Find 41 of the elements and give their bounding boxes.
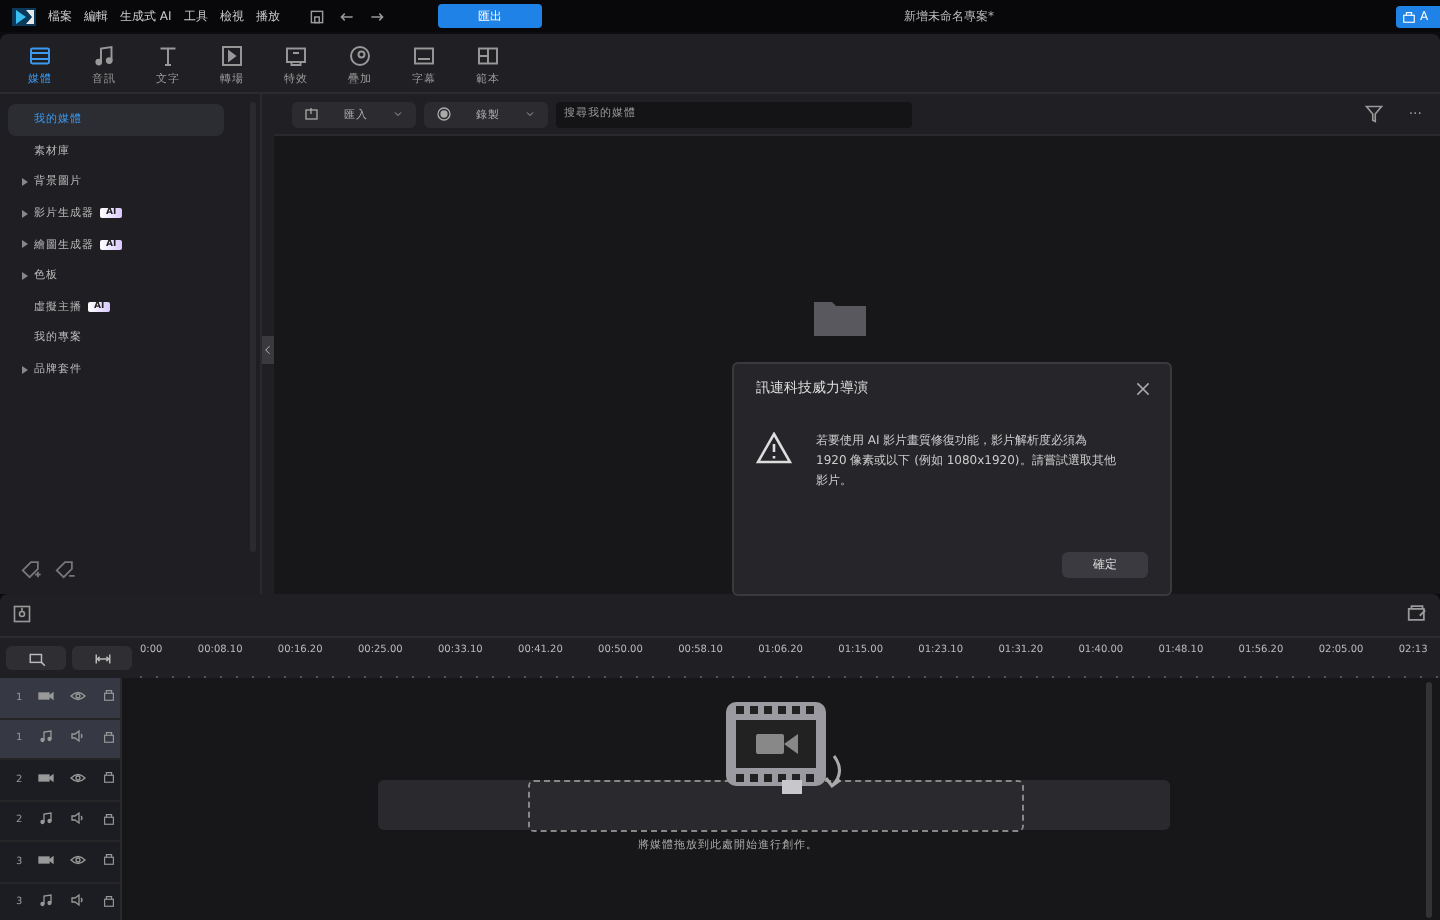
- expand-icon: [20, 271, 28, 280]
- expand-icon: [20, 240, 28, 249]
- play-icon: [220, 44, 244, 68]
- media-icon: [28, 44, 52, 68]
- close-icon: [1134, 379, 1152, 397]
- lock-icon[interactable]: [102, 811, 117, 830]
- filter-icon[interactable]: [1364, 104, 1385, 124]
- lock-icon[interactable]: [102, 688, 117, 707]
- fit-button[interactable]: [72, 646, 132, 670]
- lock-icon[interactable]: [102, 729, 117, 748]
- lock-icon[interactable]: [102, 852, 117, 871]
- lock-icon[interactable]: [102, 770, 117, 789]
- briefcase-icon: [1402, 10, 1416, 24]
- collapse-button[interactable]: [262, 336, 274, 364]
- undo-icon[interactable]: [337, 7, 356, 25]
- expand-icon: [20, 177, 28, 186]
- track-manager-button[interactable]: [6, 646, 66, 670]
- chevron-icon: [392, 108, 404, 120]
- expand-icon: [20, 209, 28, 218]
- layout-icon: [476, 44, 500, 68]
- text-icon: [156, 44, 180, 68]
- folder-icon: [814, 296, 866, 336]
- lock-icon[interactable]: [102, 893, 117, 912]
- redo-icon[interactable]: [367, 7, 386, 25]
- warning-icon: [756, 432, 792, 464]
- snapshot-icon[interactable]: [12, 603, 32, 627]
- app-logo: [12, 7, 36, 25]
- subtitle-icon: [412, 44, 436, 68]
- chevron-icon: [524, 108, 536, 120]
- close-button[interactable]: [1134, 379, 1152, 397]
- import-icon: [304, 106, 320, 122]
- record-icon: [436, 106, 452, 122]
- monitor-icon: [284, 44, 308, 68]
- chevron-icon: [262, 342, 274, 358]
- circle-icon: [348, 44, 372, 68]
- expand-icon: [20, 365, 28, 374]
- fit-icon: [91, 649, 113, 667]
- add-tag-icon[interactable]: [20, 558, 42, 584]
- music-note-icon: [92, 44, 116, 68]
- remove-tag-icon[interactable]: [54, 558, 76, 584]
- save-icon[interactable]: [307, 7, 326, 25]
